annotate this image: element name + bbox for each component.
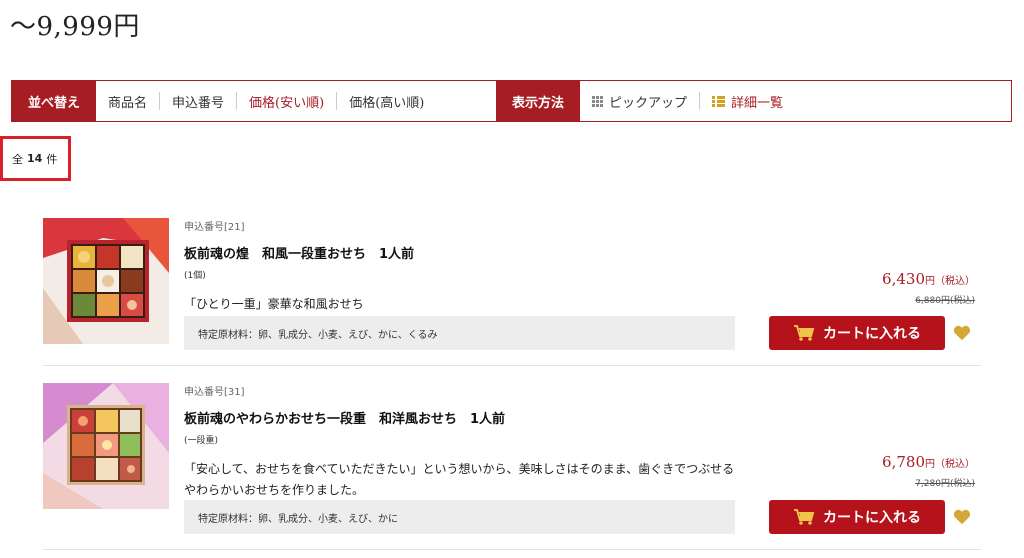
- price-current: 6,430: [882, 270, 925, 288]
- product-allergen: 特定原材料：卵、乳成分、小麦、えび、かに: [184, 500, 735, 534]
- view-option-pickup-label: ピックアップ: [608, 95, 687, 111]
- result-count-suffix: 件: [46, 152, 58, 166]
- sort-label: 並べ替え: [12, 81, 96, 121]
- product-description: 「安心して、おせちを食べていただきたい」という想いから、美味しさはそのまま、歯ぐ…: [184, 462, 735, 497]
- view-label: 表示方法: [495, 81, 580, 121]
- product-item: 申込番号[31] 板前魂のやわらかおせち一段重 和洋風おせち 1人前 (一段重)…: [43, 383, 981, 534]
- page-title: ～9,999円: [10, 12, 140, 42]
- price-original: 7,280円(税込): [915, 479, 975, 489]
- product-allergen: 特定原材料：卵、乳成分、小麦、えび、かに、くるみ: [184, 316, 735, 350]
- cart-icon: [794, 509, 815, 525]
- result-count-number: 14: [27, 152, 43, 165]
- product-quantity: (1個): [184, 271, 206, 281]
- heart-icon[interactable]: [953, 508, 971, 526]
- product-item: 申込番号[21] 板前魂の煌 和風一段重おせち 1人前 (1個) 「ひとり一重」…: [43, 218, 981, 350]
- result-count-prefix: 全: [12, 152, 23, 166]
- add-to-cart-label: カートに入れる: [823, 510, 921, 526]
- list-icon: [711, 95, 725, 107]
- view-option-detail[interactable]: 詳細一覧: [700, 92, 795, 111]
- add-to-cart-label: カートに入れる: [823, 326, 921, 342]
- add-to-cart-button[interactable]: カートに入れる: [769, 316, 945, 350]
- divider: [43, 365, 981, 366]
- sort-option-name[interactable]: 商品名: [96, 92, 161, 111]
- view-option-detail-label: 詳細一覧: [730, 95, 783, 111]
- price-unit: 円（税込）: [925, 276, 975, 287]
- sort-option-code[interactable]: 申込番号: [160, 92, 238, 111]
- add-to-cart-button[interactable]: カートに入れる: [769, 500, 945, 534]
- product-name[interactable]: 板前魂の煌 和風一段重おせち 1人前: [184, 243, 735, 262]
- cart-icon: [794, 325, 815, 341]
- price-current: 6,780: [882, 453, 925, 471]
- divider: [43, 549, 981, 550]
- sort-option-price-desc[interactable]: 価格(高い順): [337, 92, 436, 111]
- sort-bar: 並べ替え 商品名 申込番号 価格(安い順) 価格(高い順) 表示方法 ピックアッ…: [11, 80, 1012, 122]
- product-code: 申込番号[21]: [184, 222, 245, 233]
- heart-icon[interactable]: [953, 324, 971, 342]
- product-image[interactable]: [43, 383, 169, 509]
- product-image[interactable]: [43, 218, 169, 344]
- product-price: 6,780円（税込） 7,280円(税込): [882, 453, 975, 489]
- price-original: 6,880円(税込): [915, 296, 975, 306]
- sort-option-price-asc[interactable]: 価格(安い順): [237, 92, 338, 111]
- product-name[interactable]: 板前魂のやわらかおせち一段重 和洋風おせち 1人前: [184, 408, 735, 427]
- result-count: 全 14 件: [0, 136, 71, 181]
- price-unit: 円（税込）: [925, 459, 975, 470]
- view-option-pickup[interactable]: ピックアップ: [580, 92, 700, 111]
- grid-icon: [591, 95, 603, 107]
- product-quantity: (一段重): [184, 436, 219, 446]
- product-description: 「ひとり一重」豪華な和風おせち: [184, 297, 364, 311]
- product-price: 6,430円（税込） 6,880円(税込): [882, 270, 975, 306]
- product-code: 申込番号[31]: [184, 387, 245, 398]
